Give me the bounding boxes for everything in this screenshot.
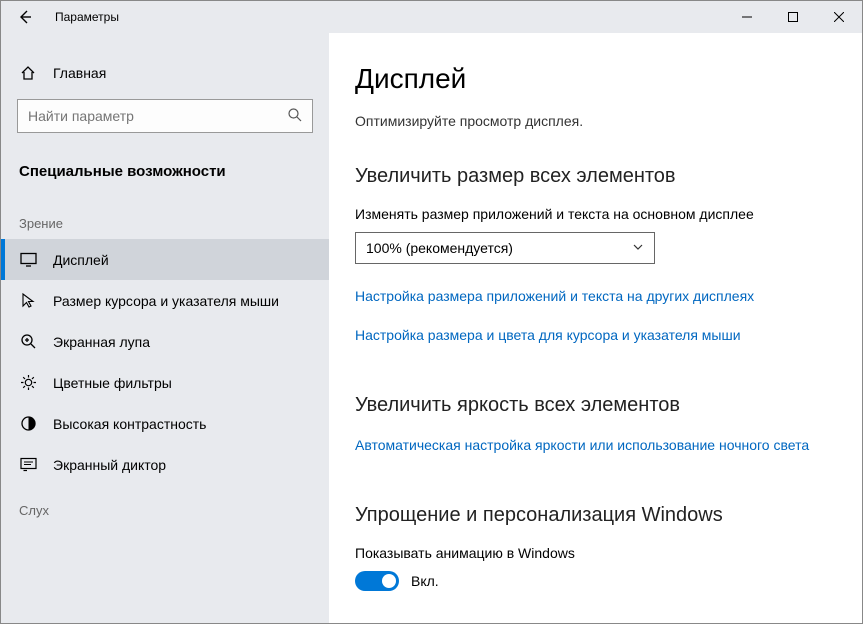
search-icon bbox=[287, 107, 303, 126]
sidebar-item-label: Экранная лупа bbox=[53, 334, 150, 350]
link-other-displays[interactable]: Настройка размера приложений и текста на… bbox=[355, 286, 836, 307]
home-icon bbox=[19, 65, 37, 81]
sidebar-item-magnifier[interactable]: Экранная лупа bbox=[1, 321, 329, 362]
sidebar-item-high-contrast[interactable]: Высокая контрастность bbox=[1, 403, 329, 444]
title-bar: Параметры bbox=[1, 1, 862, 33]
sidebar-item-label: Дисплей bbox=[53, 252, 109, 268]
maximize-button[interactable] bbox=[770, 1, 816, 33]
search-field[interactable] bbox=[17, 99, 313, 133]
chevron-down-icon bbox=[632, 240, 644, 256]
scale-dropdown[interactable]: 100% (рекомендуется) bbox=[355, 232, 655, 264]
scale-heading: Увеличить размер всех элементов bbox=[355, 165, 836, 188]
cursor-icon bbox=[19, 292, 37, 309]
minimize-button[interactable] bbox=[724, 1, 770, 33]
animations-toggle-label: Вкл. bbox=[411, 573, 439, 589]
sidebar-item-label: Экранный диктор bbox=[53, 457, 166, 473]
sidebar-item-color-filters[interactable]: Цветные фильтры bbox=[1, 362, 329, 403]
search-input[interactable] bbox=[17, 99, 313, 133]
link-auto-brightness[interactable]: Автоматическая настройка яркости или исп… bbox=[355, 435, 836, 456]
back-button[interactable] bbox=[1, 1, 49, 33]
window-controls bbox=[724, 1, 862, 33]
sidebar-item-label: Размер курсора и указателя мыши bbox=[53, 293, 279, 309]
sidebar-item-label: Цветные фильтры bbox=[53, 375, 172, 391]
group-hearing-label: Слух bbox=[1, 485, 329, 526]
page-subtitle: Оптимизируйте просмотр дисплея. bbox=[355, 113, 836, 129]
sidebar-item-cursor-size[interactable]: Размер курсора и указателя мыши bbox=[1, 280, 329, 321]
scale-label: Изменять размер приложений и текста на о… bbox=[355, 206, 836, 222]
close-button[interactable] bbox=[816, 1, 862, 33]
animations-label: Показывать анимацию в Windows bbox=[355, 545, 836, 561]
category-header: Специальные возможности bbox=[1, 155, 329, 198]
brightness-heading: Увеличить яркость всех элементов bbox=[355, 394, 836, 417]
home-label: Главная bbox=[53, 65, 106, 81]
scale-dropdown-value: 100% (рекомендуется) bbox=[366, 240, 513, 256]
page-title: Дисплей bbox=[355, 63, 836, 95]
magnifier-icon bbox=[19, 333, 37, 350]
animations-toggle[interactable] bbox=[355, 571, 399, 591]
display-icon bbox=[19, 251, 37, 268]
home-link[interactable]: Главная bbox=[1, 55, 329, 91]
sidebar: Главная Специальные возможности Зрение Д… bbox=[1, 33, 329, 623]
simplify-heading: Упрощение и персонализация Windows bbox=[355, 504, 836, 527]
sidebar-item-label: Высокая контрастность bbox=[53, 416, 206, 432]
sidebar-item-narrator[interactable]: Экранный диктор bbox=[1, 444, 329, 485]
group-vision-label: Зрение bbox=[1, 198, 329, 239]
main-content: Дисплей Оптимизируйте просмотр дисплея. … bbox=[329, 33, 862, 623]
link-cursor-settings[interactable]: Настройка размера и цвета для курсора и … bbox=[355, 325, 836, 346]
narrator-icon bbox=[19, 456, 37, 473]
brightness-icon bbox=[19, 374, 37, 391]
arrow-left-icon bbox=[17, 9, 33, 25]
contrast-icon bbox=[19, 415, 37, 432]
window-title: Параметры bbox=[49, 10, 724, 24]
sidebar-item-display[interactable]: Дисплей bbox=[1, 239, 329, 280]
